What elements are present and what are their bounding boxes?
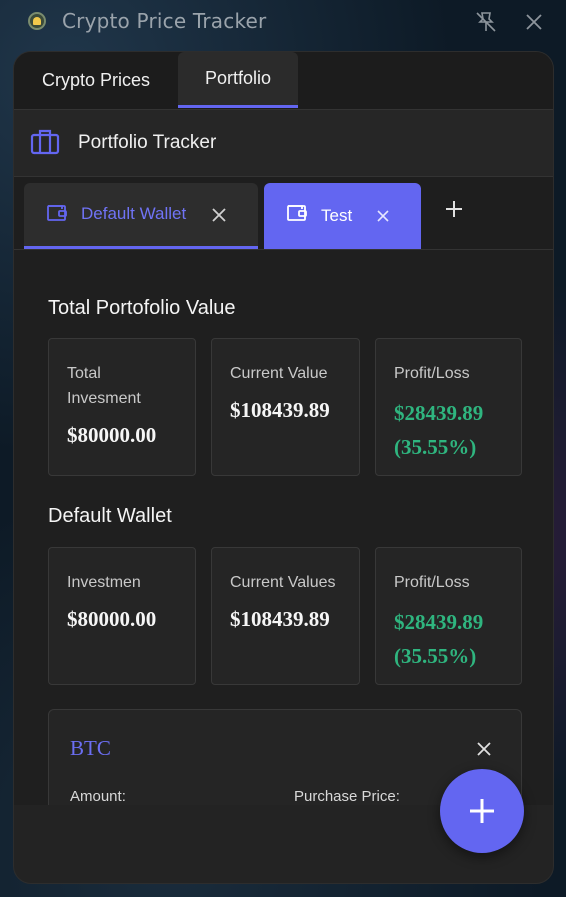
wallet-tab-label: Test bbox=[321, 206, 353, 225]
close-icon[interactable] bbox=[522, 10, 546, 34]
wallet-icon bbox=[287, 205, 307, 221]
card-value: $108439.89 bbox=[230, 398, 330, 422]
unpin-icon[interactable] bbox=[474, 10, 498, 34]
card-value: $28439.89 (35.55%) bbox=[394, 610, 484, 668]
wallet-current-value-card: Current Values $108439.89 bbox=[211, 547, 360, 685]
portfolio-header: Portfolio Tracker bbox=[14, 109, 553, 177]
card-label: Current Value bbox=[230, 365, 328, 382]
app-title: Crypto Price Tracker bbox=[62, 9, 267, 33]
main-tabs: Crypto Prices Portfolio bbox=[14, 52, 553, 109]
amount-label: Amount: bbox=[70, 788, 126, 805]
wallet-tabs: Default Wallet Test bbox=[14, 177, 553, 250]
add-wallet-icon[interactable] bbox=[442, 197, 466, 221]
wallet-section-title: Default Wallet bbox=[48, 505, 172, 527]
main-panel: Crypto Prices Portfolio Portfolio Tracke… bbox=[13, 51, 554, 884]
wallet-investment-card: Investmen $80000.00 bbox=[48, 547, 196, 685]
card-value: $80000.00 bbox=[67, 607, 157, 631]
total-investment-card: Total Invesment $80000.00 bbox=[48, 338, 196, 476]
page-title: Portfolio Tracker bbox=[78, 132, 217, 153]
coin-symbol: BTC bbox=[70, 736, 111, 760]
card-value: $80000.00 bbox=[67, 423, 157, 447]
wallet-tab-test[interactable]: Test bbox=[264, 183, 421, 249]
close-icon[interactable] bbox=[476, 741, 492, 757]
briefcase-icon bbox=[30, 129, 60, 155]
wallet-icon bbox=[47, 205, 67, 221]
wallet-tab-default[interactable]: Default Wallet bbox=[24, 183, 258, 249]
portfolio-content: Total Portofolio Value Total Invesment $… bbox=[14, 250, 553, 805]
card-value: $28439.89 (35.55%) bbox=[394, 401, 484, 459]
card-label: Profit/Loss bbox=[394, 574, 470, 591]
wallet-profit-loss-card: Profit/Loss $28439.89 (35.55%) bbox=[375, 547, 522, 685]
card-label: Profit/Loss bbox=[394, 365, 470, 382]
close-icon[interactable] bbox=[210, 206, 228, 224]
bell-icon bbox=[28, 12, 46, 30]
tab-crypto-prices[interactable]: Crypto Prices bbox=[14, 52, 178, 109]
total-section-title: Total Portofolio Value bbox=[48, 297, 236, 319]
plus-icon bbox=[470, 799, 494, 823]
card-label: Current Values bbox=[230, 574, 336, 591]
purchase-price-label: Purchase Price: bbox=[294, 788, 400, 805]
card-label: Total Invesment bbox=[67, 365, 141, 407]
card-value: $108439.89 bbox=[230, 607, 330, 631]
current-value-card: Current Value $108439.89 bbox=[211, 338, 360, 476]
profit-loss-card: Profit/Loss $28439.89 (35.55%) bbox=[375, 338, 522, 476]
tab-portfolio[interactable]: Portfolio bbox=[178, 52, 298, 108]
card-label: Investmen bbox=[67, 574, 141, 591]
title-bar: Crypto Price Tracker bbox=[0, 0, 566, 46]
wallet-tab-label: Default Wallet bbox=[81, 204, 187, 223]
close-icon[interactable] bbox=[374, 207, 392, 225]
add-coin-button[interactable] bbox=[440, 769, 524, 853]
